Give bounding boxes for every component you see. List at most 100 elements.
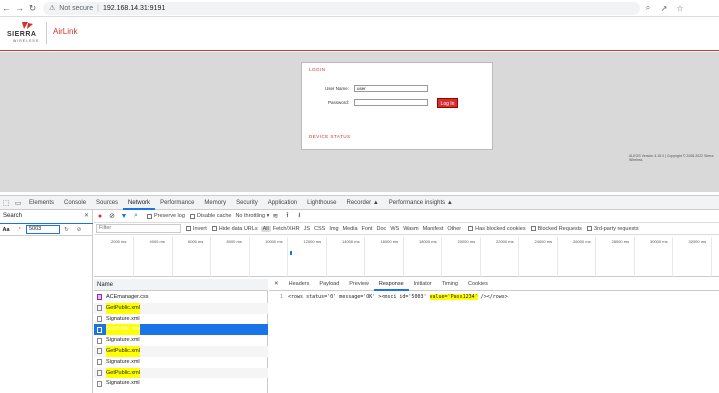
timeline-gridline <box>672 237 673 277</box>
upload-icon[interactable]: ⭱ <box>281 211 293 222</box>
tab-recorder[interactable]: Recorder ▲ <box>342 196 384 210</box>
inspect-icon[interactable]: ⬚ <box>0 199 12 207</box>
request-row[interactable]: Signature.xml <box>94 357 268 368</box>
network-conditions-icon[interactable]: ≋ <box>269 212 281 220</box>
invert-checkbox[interactable] <box>186 226 191 231</box>
filter-row: Filter Invert Hide data URLs All Fetch/XH… <box>94 223 719 235</box>
match-case-icon[interactable]: Aa <box>0 227 12 233</box>
clear-log-icon[interactable]: ⊘ <box>106 212 118 220</box>
password-field[interactable] <box>354 99 428 106</box>
hide-data-urls-checkbox[interactable] <box>211 226 217 231</box>
xml-file-icon <box>97 326 102 333</box>
request-row[interactable]: Signature.xml <box>94 335 268 346</box>
request-row[interactable]: Signature.xml <box>94 378 268 389</box>
device-status-link[interactable]: DEVICE STATUS <box>309 134 351 139</box>
third-party-label: 3rd-party requests <box>593 225 639 232</box>
timeline-gridline <box>710 237 712 277</box>
filter-type-css[interactable]: CSS <box>312 226 327 232</box>
refresh-icon[interactable]: ↻ <box>60 227 73 233</box>
search-input[interactable]: 5003 <box>26 225 60 234</box>
tab-security[interactable]: Security <box>231 196 263 210</box>
timeline-tick-label: 14000 ms <box>342 239 360 244</box>
clear-icon[interactable]: ⊘ <box>73 227 85 233</box>
tab-lighthouse[interactable]: Lighthouse <box>302 196 341 210</box>
tab-performance[interactable]: Performance <box>155 196 199 210</box>
response-text-after: /></rows> <box>477 294 508 300</box>
forward-icon[interactable]: → <box>13 0 26 17</box>
close-detail-icon[interactable]: ✕ <box>269 279 284 291</box>
timeline-tick-label: 22000 ms <box>496 239 514 244</box>
filter-type-all[interactable]: All <box>260 225 271 232</box>
filter-type-fetch-xhr[interactable]: Fetch/XHR <box>271 226 302 232</box>
filter-type-wasm[interactable]: Wasm <box>401 226 420 232</box>
filter-type-font[interactable]: Font <box>360 226 375 232</box>
tab-sources[interactable]: Sources <box>91 196 123 210</box>
record-icon[interactable]: ● <box>94 213 106 220</box>
request-row[interactable]: GetPublic.xml <box>94 302 268 314</box>
tab-network[interactable]: Network <box>123 196 156 210</box>
username-field[interactable]: user <box>354 85 428 92</box>
download-icon[interactable]: ⭳ <box>293 211 305 222</box>
filter-type-other[interactable]: Other <box>445 226 463 232</box>
detail-tab-timing[interactable]: Timing <box>437 279 463 291</box>
request-name: Signature.xml <box>106 380 140 387</box>
third-party-checkbox[interactable] <box>586 226 592 231</box>
search-icon[interactable]: ⌕ <box>130 212 142 220</box>
preserve-log-checkbox[interactable] <box>147 213 152 219</box>
filter-type-js[interactable]: JS <box>302 226 312 232</box>
request-row[interactable]: GetPublic.xml <box>94 367 268 379</box>
filter-input[interactable]: Filter <box>96 224 181 233</box>
request-row[interactable]: Signature.xml <box>94 314 268 325</box>
filter-type-manifest[interactable]: Manifest <box>421 226 446 232</box>
name-column-header[interactable]: Name <box>94 279 268 291</box>
filter-type-media[interactable]: Media <box>341 226 360 232</box>
filter-icon[interactable]: ▼ <box>118 213 130 220</box>
bookmark-star-icon[interactable]: ☆ <box>672 4 688 13</box>
username-label: User Name: <box>324 86 349 91</box>
detail-tab-response[interactable]: Response <box>373 279 409 291</box>
xml-file-icon <box>97 337 102 344</box>
login-button[interactable]: Log In <box>437 98 458 108</box>
close-icon[interactable]: ✕ <box>84 212 89 219</box>
page-header: SIERRA WIRELESS AirLink <box>0 17 719 51</box>
address-bar[interactable]: ⚠ Not secure | 192.168.14.31:9191 <box>43 1 640 15</box>
warning-icon[interactable]: ⚠ <box>49 4 55 12</box>
tab-performance-insights[interactable]: Performance insights ▲ <box>384 196 458 210</box>
request-row[interactable]: GetPublic.xml <box>94 346 268 357</box>
back-icon[interactable]: ← <box>0 0 13 17</box>
blocked-cookies-label: Has blocked cookies <box>475 225 526 232</box>
detail-tab-headers[interactable]: Headers <box>284 279 315 291</box>
detail-tab-preview[interactable]: Preview <box>344 279 374 291</box>
blocked-cookies-checkbox[interactable] <box>468 226 474 231</box>
devtools-tabs: Elements Console Sources Network Performance… <box>24 196 458 210</box>
timeline-gridline <box>133 237 134 277</box>
regex-icon[interactable]: .* <box>12 227 26 233</box>
detail-tabbar: ✕ Headers Payload Preview Response Initiator… <box>269 279 719 291</box>
filter-type-ws[interactable]: WS <box>388 226 401 232</box>
header-divider <box>46 22 47 44</box>
zoom-icon[interactable]: ⌕ <box>640 3 656 13</box>
search-tab[interactable]: Search <box>3 213 22 219</box>
tab-application[interactable]: Application <box>263 196 302 210</box>
screen: ← → ↻ ⚠ Not secure | 192.168.14.31:9191 … <box>0 0 719 393</box>
timeline-gridline <box>633 237 635 277</box>
timeline-tick-label: 12000 ms <box>303 239 322 244</box>
device-toggle-icon[interactable]: ▭ <box>12 199 24 207</box>
tab-elements[interactable]: Elements <box>24 196 59 210</box>
request-row[interactable]: ACEmanager.css <box>94 292 268 303</box>
filter-type-img[interactable]: Img <box>327 226 340 232</box>
request-row[interactable]: GetPublic.xml <box>94 324 268 336</box>
detail-tab-payload[interactable]: Payload <box>314 279 344 291</box>
filter-type-doc[interactable]: Doc <box>375 226 389 232</box>
throttling-select[interactable]: No throttling ▾ <box>235 213 269 219</box>
disable-cache-checkbox[interactable] <box>189 213 195 219</box>
blocked-requests-checkbox[interactable] <box>530 226 536 231</box>
tab-console[interactable]: Console <box>59 196 91 210</box>
detail-tab-initiator[interactable]: Initiator <box>409 279 437 291</box>
tab-memory[interactable]: Memory <box>199 196 231 210</box>
response-body: 1 <rows status='0' message='OK' ><msci id… <box>280 294 508 300</box>
reload-icon[interactable]: ↻ <box>26 0 39 17</box>
share-icon[interactable]: ↗ <box>656 4 672 13</box>
detail-tab-cookies[interactable]: Cookies <box>463 279 493 291</box>
network-overview-timeline[interactable]: 2000 ms 4000 ms 6000 ms 8000 ms 10000 ms 1200… <box>94 235 719 277</box>
